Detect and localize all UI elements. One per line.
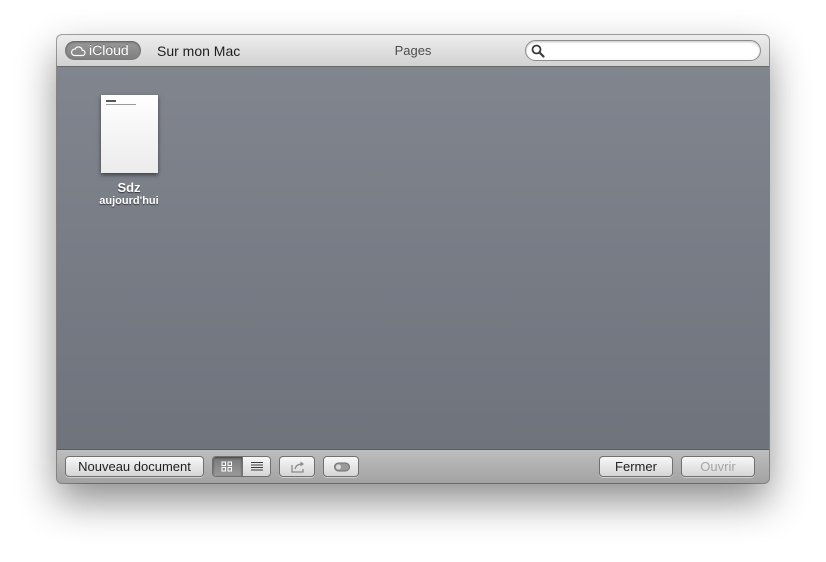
open-button[interactable]: Ouvrir [681,456,755,477]
tab-icloud-label: iCloud [89,42,129,58]
document-name: Sdz [117,180,141,195]
thumbnail-text-line [105,104,136,105]
toggle-button[interactable] [323,456,359,477]
search-icon [531,44,545,58]
thumbnail-heading-line [105,100,116,102]
view-mode-segmented-control [212,456,271,477]
bottom-toolbar: Nouveau document Fermer Ouvrir [57,449,769,483]
grid-view-icon [221,461,232,472]
grid-view-button[interactable] [213,457,242,476]
search-field[interactable] [525,40,761,61]
document-picker-window: iCloud Sur mon Mac Pages Sdz aujourd'hui… [57,35,769,483]
toggle-icon [334,462,350,472]
title-bar: iCloud Sur mon Mac Pages [57,35,769,67]
close-button[interactable]: Fermer [599,456,673,477]
document-browser: Sdz aujourd'hui [57,67,769,449]
tab-icloud[interactable]: iCloud [65,41,141,60]
document-thumbnail[interactable] [100,95,158,173]
list-view-button[interactable] [242,457,270,476]
share-button[interactable] [279,456,315,477]
cloud-icon [71,46,86,57]
document-date: aujourd'hui [99,195,159,207]
list-view-icon [251,462,263,471]
new-document-button[interactable]: Nouveau document [65,456,204,477]
tab-on-my-mac[interactable]: Sur mon Mac [157,42,240,60]
search-input[interactable] [548,42,753,59]
document-item[interactable]: Sdz aujourd'hui [95,95,163,208]
share-icon [291,461,304,473]
